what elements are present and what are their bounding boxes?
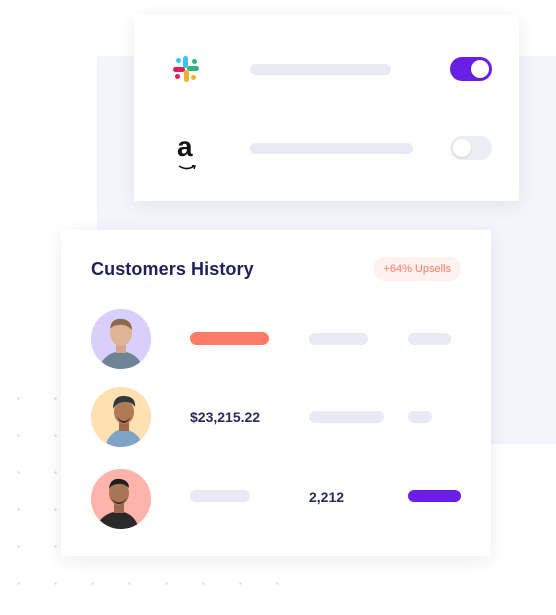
amazon-logo-icon: a	[177, 131, 193, 162]
customer-value: $23,215.22	[190, 409, 261, 425]
customer-avatar-2[interactable]	[91, 387, 151, 447]
table-cell-bar	[408, 490, 461, 502]
customer-count: 2,212	[309, 489, 345, 505]
table-cell-bar	[190, 490, 250, 502]
card-title: Customers History	[91, 259, 254, 279]
customer-avatar-1[interactable]	[91, 309, 151, 369]
table-cell-bar	[190, 332, 269, 345]
customer-avatar-3[interactable]	[91, 469, 151, 529]
integrations-card: a	[134, 15, 519, 201]
slack-logo-icon	[172, 55, 200, 83]
toggle-knob	[453, 139, 471, 157]
integration-name-placeholder	[250, 64, 391, 75]
upsell-badge: +64% Upsells	[373, 257, 461, 281]
toggle-knob	[471, 60, 489, 78]
table-cell-bar	[309, 333, 368, 345]
amazon-toggle[interactable]	[450, 136, 492, 160]
integration-name-placeholder	[250, 143, 413, 154]
table-cell-bar	[408, 411, 432, 423]
customers-history-card: Customers History +64% Upsells $23,215.2…	[61, 230, 491, 556]
table-cell-bar	[309, 411, 384, 423]
amazon-smile-icon	[178, 158, 196, 170]
slack-toggle[interactable]	[450, 57, 492, 81]
table-cell-bar	[408, 333, 451, 345]
